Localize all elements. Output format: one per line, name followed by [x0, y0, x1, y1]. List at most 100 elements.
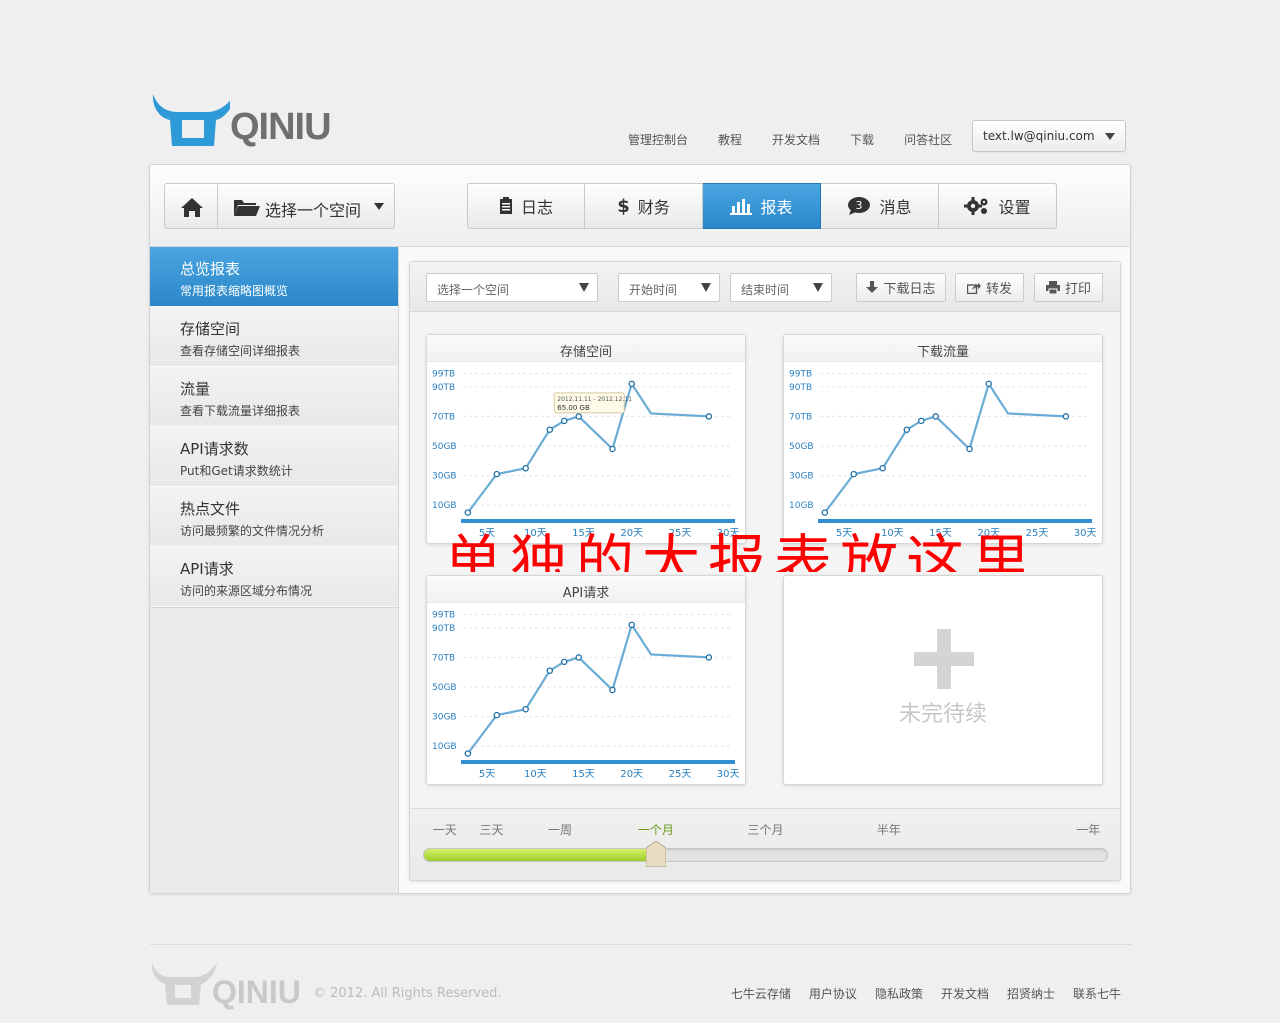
x-tick-label: 10天 — [524, 769, 547, 780]
printer-icon — [1045, 281, 1060, 294]
tab-messages-label: 消息 — [879, 198, 912, 217]
caret-down-icon — [1105, 133, 1115, 140]
data-point — [522, 705, 529, 713]
tab-finance[interactable]: $ 财务 — [585, 183, 703, 229]
footer-link-cloud[interactable]: 七牛云存储 — [731, 985, 791, 1002]
x-axis-bar — [461, 519, 735, 523]
message-count-badge: 3 — [856, 199, 863, 212]
tab-logs[interactable]: 日志 — [467, 183, 585, 229]
sidebar-item-storage[interactable]: 存储空间 查看存储空间详细报表 — [150, 307, 398, 367]
dollar-icon: $ — [617, 195, 630, 217]
chart-card-storage[interactable]: 存储空间 10GB 30GB 50GB 70TB 90TB 99TB 5天 10天 15天 20天… — [426, 334, 746, 544]
y-tick-label: 50GB — [432, 683, 457, 693]
sidebar-item-title: 总览报表 — [180, 260, 241, 278]
data-point — [609, 445, 616, 453]
footer-link-privacy[interactable]: 隐私政策 — [875, 985, 923, 1002]
slider-tick-label[interactable]: 一周 — [548, 821, 572, 838]
topnav-devdocs[interactable]: 开发文档 — [772, 131, 820, 148]
topnav-community[interactable]: 问答社区 — [904, 131, 952, 148]
data-point — [522, 464, 529, 472]
data-point — [917, 417, 925, 425]
space-selector-button[interactable]: 选择一个空间 — [217, 183, 395, 229]
sidebar-item-hot-files[interactable]: 热点文件 访问最频繁的文件情况分析 — [150, 487, 398, 547]
start-time-select[interactable]: 开始时间 — [618, 273, 720, 302]
qiniu-logo[interactable]: QINIU — [150, 88, 340, 154]
tab-reports-label: 报表 — [760, 198, 793, 217]
footer-nav: 七牛云存储 用户协议 隐私政策 开发文档 招贤纳士 联系七牛 — [713, 985, 1121, 1002]
download-log-label: 下载日志 — [883, 282, 936, 297]
data-point — [850, 470, 858, 478]
y-tick-label: 70TB — [432, 653, 455, 663]
y-tick-label: 90TB — [789, 383, 812, 393]
download-log-button[interactable]: 下载日志 — [856, 273, 946, 302]
footer-logo: QINIU — [150, 960, 310, 1010]
time-range-slider: 一天 三天 一周 一个月 三个月 半年 一年 — [410, 808, 1120, 880]
footer-link-contact[interactable]: 联系七牛 — [1073, 985, 1121, 1002]
chat-bubble-icon: 3 — [848, 197, 871, 215]
slider-tick-label[interactable]: 一天 — [433, 821, 457, 838]
series-line — [823, 381, 1066, 514]
space-selector-label: 选择一个空间 — [265, 201, 362, 220]
data-point — [493, 711, 501, 719]
caret-down-icon — [374, 203, 384, 210]
y-tick-label: 30GB — [432, 472, 457, 482]
chart-card-download[interactable]: 下载流量 10GB 30GB 50GB 70TB 90TB 99TB 5天 10天 15天 20天… — [783, 334, 1103, 544]
sidebar-item-api-requests[interactable]: API请求 访问的来源区域分布情况 — [150, 547, 398, 607]
data-point — [560, 417, 568, 425]
sidebar-item-api-count[interactable]: API请求数 Put和Get请求数统计 — [150, 427, 398, 487]
slider-tick-label[interactable]: 三个月 — [748, 821, 784, 838]
slider-tick-label[interactable]: 三天 — [480, 821, 504, 838]
bar-chart-icon — [730, 199, 753, 215]
home-button[interactable] — [164, 183, 218, 229]
topnav-console[interactable]: 管理控制台 — [628, 131, 688, 148]
top-nav: 管理控制台 教程 开发文档 下载 问答社区 — [628, 131, 982, 148]
tab-messages[interactable]: 3 消息 — [821, 183, 939, 229]
download-line-chart: 10GB30GB50GB70TB90TB99TB5天 10天 15天 20天 25天 30… — [789, 369, 1097, 539]
topnav-download[interactable]: 下载 — [850, 131, 874, 148]
chart-title: API请求 — [427, 576, 745, 603]
y-tick-label: 30GB — [432, 713, 457, 723]
sidebar-item-overview[interactable]: 总览报表 常用报表缩略图概览 — [150, 247, 398, 307]
slider-tick-label[interactable]: 一年 — [1076, 821, 1100, 838]
brand-name: QINIU — [230, 106, 332, 148]
tab-finance-label: 财务 — [637, 198, 670, 217]
footer-link-careers[interactable]: 招贤纳士 — [1007, 985, 1055, 1002]
footer-divider — [150, 944, 1132, 945]
slider-tick-label[interactable]: 一个月 — [638, 821, 674, 838]
sidebar-item-subtitle: 常用报表缩略图概览 — [180, 284, 289, 298]
print-button[interactable]: 打印 — [1034, 273, 1103, 302]
end-time-value: 结束时间 — [741, 283, 790, 297]
data-point — [932, 413, 939, 420]
x-tick-label: 20天 — [620, 769, 643, 780]
space-select-value: 选择一个空间 — [437, 283, 510, 297]
caret-down-icon — [813, 283, 823, 292]
footer-link-devdocs[interactable]: 开发文档 — [941, 985, 989, 1002]
end-time-select[interactable]: 结束时间 — [730, 273, 832, 302]
home-icon — [181, 198, 203, 217]
add-report-card[interactable]: 未完待续 — [783, 575, 1103, 785]
topnav-tutorial[interactable]: 教程 — [718, 131, 742, 148]
tab-settings-label: 设置 — [998, 198, 1031, 217]
chart-card-api[interactable]: API请求 10GB 30GB 50GB 70TB 90TB 99TB 5天 10天 15天 20… — [426, 575, 746, 785]
bull-logo-icon — [152, 92, 236, 146]
user-email: text.lw@qiniu.com — [983, 129, 1095, 143]
share-icon — [966, 282, 981, 294]
share-button[interactable]: 转发 — [955, 273, 1024, 302]
slider-handle[interactable] — [645, 841, 666, 867]
space-select[interactable]: 选择一个空间 — [426, 273, 598, 302]
y-tick-label: 30GB — [789, 472, 814, 482]
tab-settings[interactable]: 设置 — [939, 183, 1057, 229]
overlay-note: 单独的大报表放这里 — [444, 528, 1039, 572]
user-menu-dropdown[interactable]: text.lw@qiniu.com — [972, 120, 1126, 152]
sidebar-item-title: 流量 — [180, 380, 211, 398]
data-point — [560, 658, 568, 666]
tab-reports[interactable]: 报表 — [703, 183, 821, 229]
slider-track[interactable] — [423, 848, 1108, 862]
y-tick-label: 50GB — [789, 442, 814, 452]
footer-link-agreement[interactable]: 用户协议 — [809, 985, 857, 1002]
sidebar-item-title: API请求 — [180, 560, 234, 578]
caret-down-icon — [701, 283, 711, 292]
sidebar-item-traffic[interactable]: 流量 查看下载流量详细报表 — [150, 367, 398, 427]
slider-tick-label[interactable]: 半年 — [877, 821, 901, 838]
x-axis-bar — [818, 519, 1092, 523]
